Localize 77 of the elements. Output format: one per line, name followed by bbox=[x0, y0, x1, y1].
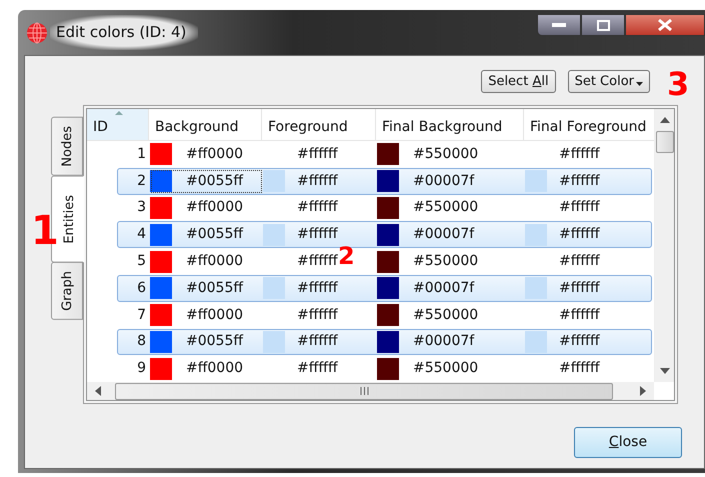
close-button[interactable]: Close bbox=[574, 427, 682, 458]
selected-row[interactable]: 2 #0055ff #ffffff #00007f #ffffff bbox=[117, 168, 652, 195]
close-button[interactable] bbox=[625, 14, 705, 36]
row-id: 9 bbox=[136, 359, 147, 378]
focused-cell[interactable]: #0055ff bbox=[150, 168, 263, 194]
color-value: #ffffff bbox=[296, 172, 338, 191]
scroll-up-icon[interactable] bbox=[660, 117, 670, 123]
window-title: Edit colors (ID: 4) bbox=[50, 15, 198, 50]
scroll-right-icon[interactable] bbox=[640, 386, 646, 396]
tab[interactable]: Nodes bbox=[51, 117, 83, 176]
color-value: #ffffff bbox=[558, 144, 600, 164]
color-value: #ffffff bbox=[296, 252, 338, 272]
color-value: #ffffff bbox=[296, 306, 338, 325]
color-value: #0055ff bbox=[185, 278, 244, 298]
dropdown-button[interactable]: Set Color bbox=[568, 70, 650, 93]
vertical-scrollbar[interactable] bbox=[654, 109, 674, 382]
row-id: 5 bbox=[136, 252, 147, 272]
color-value: #ffffff bbox=[296, 278, 338, 298]
row-id: 4 bbox=[136, 225, 147, 244]
color-value: #550000 bbox=[412, 306, 478, 325]
color-value: #550000 bbox=[412, 144, 478, 164]
grip-icon bbox=[360, 387, 368, 395]
callout-number: 3 bbox=[667, 68, 690, 100]
row-id: 8 bbox=[136, 332, 147, 352]
close-icon bbox=[658, 19, 672, 31]
scroll-thumb[interactable] bbox=[115, 382, 613, 400]
color-value: #00007f bbox=[412, 332, 474, 352]
scroll-left-icon[interactable] bbox=[95, 386, 101, 396]
maximize-button[interactable] bbox=[581, 14, 625, 36]
color-value: #0055ff bbox=[185, 225, 244, 244]
color-value: #ffffff bbox=[296, 359, 338, 378]
sort-arrow-icon bbox=[115, 111, 123, 115]
row-id: 7 bbox=[136, 306, 147, 325]
color-value: #00007f bbox=[412, 278, 474, 298]
color-value: #00007f bbox=[412, 172, 474, 191]
toolbar-button[interactable]: Select All bbox=[481, 70, 556, 93]
row-id: 2 bbox=[136, 172, 147, 191]
color-value: #ffffff bbox=[296, 225, 338, 244]
scroll-thumb[interactable] bbox=[656, 131, 674, 153]
color-value: #ffffff bbox=[558, 172, 600, 191]
maximize-icon bbox=[596, 20, 610, 30]
row-id: 3 bbox=[136, 198, 147, 218]
color-value: #550000 bbox=[412, 252, 478, 272]
row-id: 6 bbox=[136, 278, 147, 298]
color-value: #ff0000 bbox=[185, 198, 244, 218]
color-value: #ffffff bbox=[558, 225, 600, 244]
color-value: #ff0000 bbox=[185, 252, 244, 272]
minimize-icon bbox=[552, 23, 566, 27]
color-value: #ffffff bbox=[558, 198, 600, 218]
color-value: #ff0000 bbox=[185, 306, 244, 325]
horizontal-scrollbar[interactable] bbox=[87, 382, 654, 400]
minimize-button[interactable] bbox=[537, 14, 581, 36]
globe-icon bbox=[26, 22, 48, 44]
color-value: #ffffff bbox=[296, 144, 338, 164]
selected-row[interactable]: 6 #0055ff #ffffff #00007f #ffffff bbox=[117, 274, 652, 302]
color-value: #ff0000 bbox=[185, 359, 244, 378]
color-value: #ffffff bbox=[296, 198, 338, 218]
color-value: #0055ff bbox=[185, 172, 244, 191]
color-value: #ff0000 bbox=[185, 144, 244, 164]
color-value: #0055ff bbox=[185, 332, 244, 352]
selected-row[interactable]: 8 #0055ff #ffffff #00007f #ffffff bbox=[117, 328, 652, 356]
color-value: #ffffff bbox=[558, 252, 600, 272]
color-value: #550000 bbox=[412, 359, 478, 378]
color-value: #ffffff bbox=[296, 332, 338, 352]
color-value: #ffffff bbox=[558, 306, 600, 325]
tab[interactable]: Graph bbox=[51, 262, 83, 320]
color-value: #ffffff bbox=[558, 359, 600, 378]
color-value: #ffffff bbox=[558, 278, 600, 298]
row-id: 1 bbox=[136, 144, 147, 164]
color-value: #550000 bbox=[412, 198, 478, 218]
column-header[interactable]: Foreground bbox=[262, 109, 376, 140]
color-value: #00007f bbox=[412, 225, 474, 244]
column-header[interactable]: Final Background bbox=[376, 109, 524, 140]
column-header[interactable]: ID bbox=[87, 109, 149, 140]
scroll-down-icon[interactable] bbox=[660, 368, 670, 374]
color-value: #ffffff bbox=[558, 332, 600, 352]
column-header[interactable]: Background bbox=[149, 109, 262, 140]
